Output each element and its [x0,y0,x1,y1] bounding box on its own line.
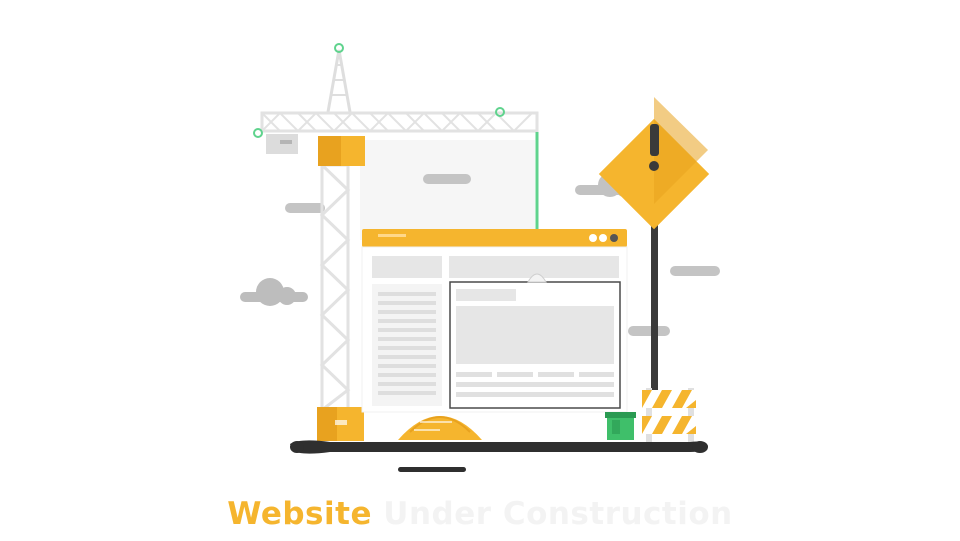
caption-word-website: Website [227,496,372,532]
cloud-bar [628,326,670,336]
caption-title: Website Under Construction [0,496,960,532]
cloud-bar [423,174,471,184]
browser-window-icon [361,229,628,413]
construction-illustration [240,43,720,472]
cloud-bar [285,203,325,213]
paint-bucket-icon [605,412,636,440]
barricade-icon [642,388,696,444]
background-page [360,140,535,240]
cloud-icon [240,278,308,306]
sand-pile-icon [398,416,482,440]
caption-word-under-construction: Under Construction [371,496,733,532]
ground-line [290,440,708,472]
cloud-bar [670,266,720,276]
